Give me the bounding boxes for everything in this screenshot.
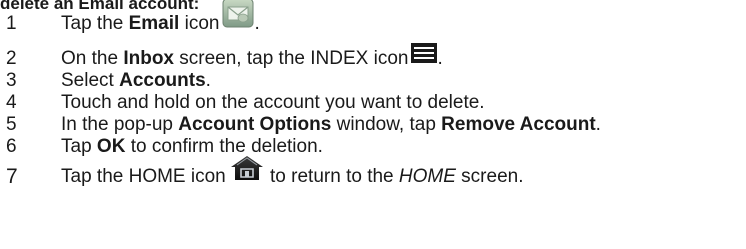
step-text: Select Accounts. [61, 70, 211, 91]
step-text: In the pop-up Account Options window, ta… [61, 114, 601, 135]
email-app-icon [222, 0, 254, 34]
step-number: 7 [6, 165, 18, 188]
step-text: Tap the HOME icon to return to the HOME … [61, 155, 523, 188]
step-text: Touch and hold on the account you want t… [61, 92, 485, 113]
step-text: On the Inbox screen, tap the INDEX icon … [61, 43, 443, 70]
step-number: 6 [6, 136, 17, 157]
home-icon [229, 155, 265, 187]
step-number: 1 [6, 13, 17, 34]
step-number: 3 [6, 70, 17, 91]
step-text: Tap the Email icon . [61, 0, 260, 35]
step-number: 5 [6, 114, 17, 135]
step-number: 2 [6, 48, 17, 69]
step-number: 4 [6, 92, 17, 113]
index-menu-icon [411, 43, 438, 69]
